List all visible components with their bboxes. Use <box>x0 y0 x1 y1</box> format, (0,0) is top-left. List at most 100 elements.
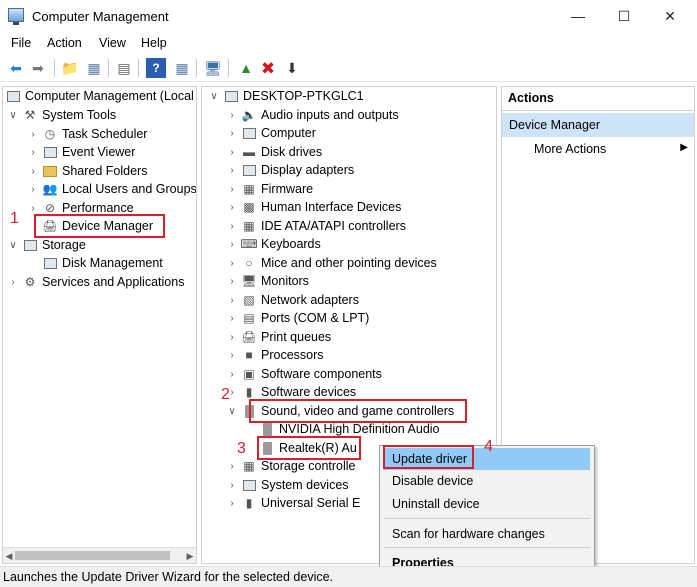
more-actions-link[interactable]: More Actions <box>534 142 606 156</box>
export-list-icon[interactable]: ▤ <box>114 58 134 78</box>
chevron-right-icon[interactable]: › <box>226 276 238 287</box>
annotation-box-sound-category <box>249 399 467 423</box>
delete-x-icon[interactable]: ✖ <box>258 58 278 78</box>
device-category[interactable]: › 🖨 Print queues <box>226 328 331 346</box>
usb-icon: ▮ <box>245 496 253 510</box>
annotation-number: 3 <box>237 440 246 457</box>
network-adapter-icon: ▧ <box>243 293 255 307</box>
chevron-right-icon[interactable]: › <box>226 110 238 121</box>
chevron-down-icon[interactable]: ∨ <box>226 406 238 417</box>
menu-view[interactable]: View <box>99 36 126 50</box>
tree-root-computer-management[interactable]: Computer Management (Local <box>5 87 194 105</box>
chevron-right-icon: ▶ <box>680 142 688 153</box>
device-category[interactable]: › ■ Processors <box>226 346 323 364</box>
menu-action[interactable]: Action <box>47 36 82 50</box>
scan-hardware-menu-item[interactable]: Scan for hardware changes <box>384 523 590 545</box>
add-driver-icon[interactable]: ▲ <box>236 58 256 78</box>
forward-arrow-icon[interactable]: ➡ <box>28 58 48 78</box>
users-icon: 👥 <box>42 182 58 196</box>
chevron-right-icon[interactable]: › <box>226 147 238 158</box>
monitor-icon[interactable]: 🖥 <box>203 58 223 78</box>
scrollbar-thumb[interactable] <box>15 551 170 560</box>
chevron-right-icon[interactable]: › <box>27 147 39 158</box>
chevron-right-icon[interactable]: › <box>226 165 238 176</box>
computer-icon <box>223 89 239 104</box>
chevron-right-icon[interactable]: › <box>27 203 39 214</box>
chevron-down-icon[interactable]: ∨ <box>7 240 19 251</box>
disable-device-menu-item[interactable]: Disable device <box>384 470 590 492</box>
device-category[interactable]: › System devices <box>226 476 348 494</box>
menu-help[interactable]: Help <box>141 36 167 50</box>
minimize-button[interactable]: — <box>555 0 601 32</box>
show-pane-icon[interactable]: ▦ <box>172 58 192 78</box>
device-category[interactable]: › ▦ IDE ATA/ATAPI controllers <box>226 217 406 235</box>
annotation-box-device-manager <box>34 214 165 238</box>
back-arrow-icon[interactable]: ⬅ <box>6 58 26 78</box>
chevron-right-icon[interactable]: › <box>226 498 238 509</box>
device-category[interactable]: › ⌨ Keyboards <box>226 235 320 253</box>
device-category[interactable]: › ○ Mice and other pointing devices <box>226 254 436 272</box>
device-category[interactable]: › Display adapters <box>226 161 354 179</box>
chevron-right-icon[interactable]: › <box>226 369 238 380</box>
tree-shared-folders[interactable]: › Shared Folders <box>27 162 147 180</box>
chevron-right-icon[interactable]: › <box>226 258 238 269</box>
device-category[interactable]: › ▩ Human Interface Devices <box>226 198 401 216</box>
help-icon[interactable]: ? <box>146 58 166 78</box>
uninstall-device-menu-item[interactable]: Uninstall device <box>384 493 590 515</box>
tools-icon: ⚒ <box>24 108 36 122</box>
annotation-box-realtek <box>257 436 361 460</box>
tree-task-scheduler[interactable]: › ◷ Task Scheduler <box>27 125 147 143</box>
show-hide-tree-icon[interactable]: ▦ <box>84 58 104 78</box>
device-tree-root[interactable]: ∨ DESKTOP-PTKGLC1 <box>208 87 363 105</box>
maximize-button[interactable]: ☐ <box>601 0 647 32</box>
chevron-right-icon[interactable]: › <box>226 128 238 139</box>
software-component-icon: ▣ <box>243 367 255 381</box>
device-category[interactable]: › Computer <box>226 124 316 142</box>
up-folder-icon[interactable]: 📁 <box>60 58 80 78</box>
actions-section-device-manager[interactable]: Device Manager <box>502 113 694 137</box>
chevron-right-icon[interactable]: › <box>226 332 238 343</box>
device-category[interactable]: › ▧ Network adapters <box>226 291 359 309</box>
chevron-right-icon[interactable]: › <box>226 461 238 472</box>
device-category[interactable]: › ▦ Firmware <box>226 180 313 198</box>
chevron-down-icon[interactable]: ∨ <box>208 91 220 102</box>
device-category[interactable]: › 🖥 Monitors <box>226 272 309 290</box>
chevron-right-icon[interactable]: › <box>226 480 238 491</box>
chevron-right-icon[interactable]: › <box>7 277 19 288</box>
annotation-box-update-driver <box>383 445 474 469</box>
tree-services-applications[interactable]: › ⚙ Services and Applications <box>7 273 184 291</box>
tree-storage[interactable]: ∨ Storage <box>7 236 85 254</box>
chevron-right-icon[interactable]: › <box>226 295 238 306</box>
chevron-right-icon[interactable]: › <box>226 239 238 250</box>
close-button[interactable]: ✕ <box>647 0 693 32</box>
computer-management-icon <box>8 8 24 25</box>
chevron-right-icon[interactable]: › <box>226 350 238 361</box>
clock-icon: ◷ <box>44 127 56 141</box>
chevron-right-icon[interactable]: › <box>226 221 238 232</box>
minimize-icon: — <box>571 8 585 24</box>
device-category[interactable]: › ▬ Disk drives <box>226 143 322 161</box>
scroll-left-icon[interactable]: ◀ <box>3 549 15 563</box>
device-category[interactable]: › ▣ Software components <box>226 365 382 383</box>
device-category[interactable]: › 🔈 Audio inputs and outputs <box>226 106 398 124</box>
menu-file[interactable]: File <box>11 36 31 50</box>
navigation-tree-pane: Computer Management (Local ∨ ⚒ System To… <box>2 86 197 564</box>
device-category[interactable]: › ▤ Ports (COM & LPT) <box>226 309 369 327</box>
menu-bar: File Action View Help <box>0 32 697 54</box>
chevron-right-icon[interactable]: › <box>27 184 39 195</box>
chevron-right-icon[interactable]: › <box>226 313 238 324</box>
scroll-right-icon[interactable]: ▶ <box>184 549 196 563</box>
tree-system-tools[interactable]: ∨ ⚒ System Tools <box>7 106 116 124</box>
chevron-down-icon[interactable]: ∨ <box>7 110 19 121</box>
download-icon[interactable]: ⬇ <box>282 58 302 78</box>
chevron-right-icon[interactable]: › <box>226 184 238 195</box>
event-viewer-icon <box>42 145 58 160</box>
chevron-right-icon[interactable]: › <box>226 202 238 213</box>
horizontal-scrollbar[interactable]: ◀ ▶ <box>3 547 196 563</box>
chevron-right-icon[interactable]: › <box>27 166 39 177</box>
tree-local-users-groups[interactable]: › 👥 Local Users and Groups <box>27 180 196 198</box>
tree-event-viewer[interactable]: › Event Viewer <box>27 143 135 161</box>
chevron-right-icon[interactable]: › <box>27 129 39 140</box>
tree-disk-management[interactable]: Disk Management <box>42 254 163 272</box>
device-category[interactable]: › ▮ Universal Serial E <box>226 494 360 512</box>
